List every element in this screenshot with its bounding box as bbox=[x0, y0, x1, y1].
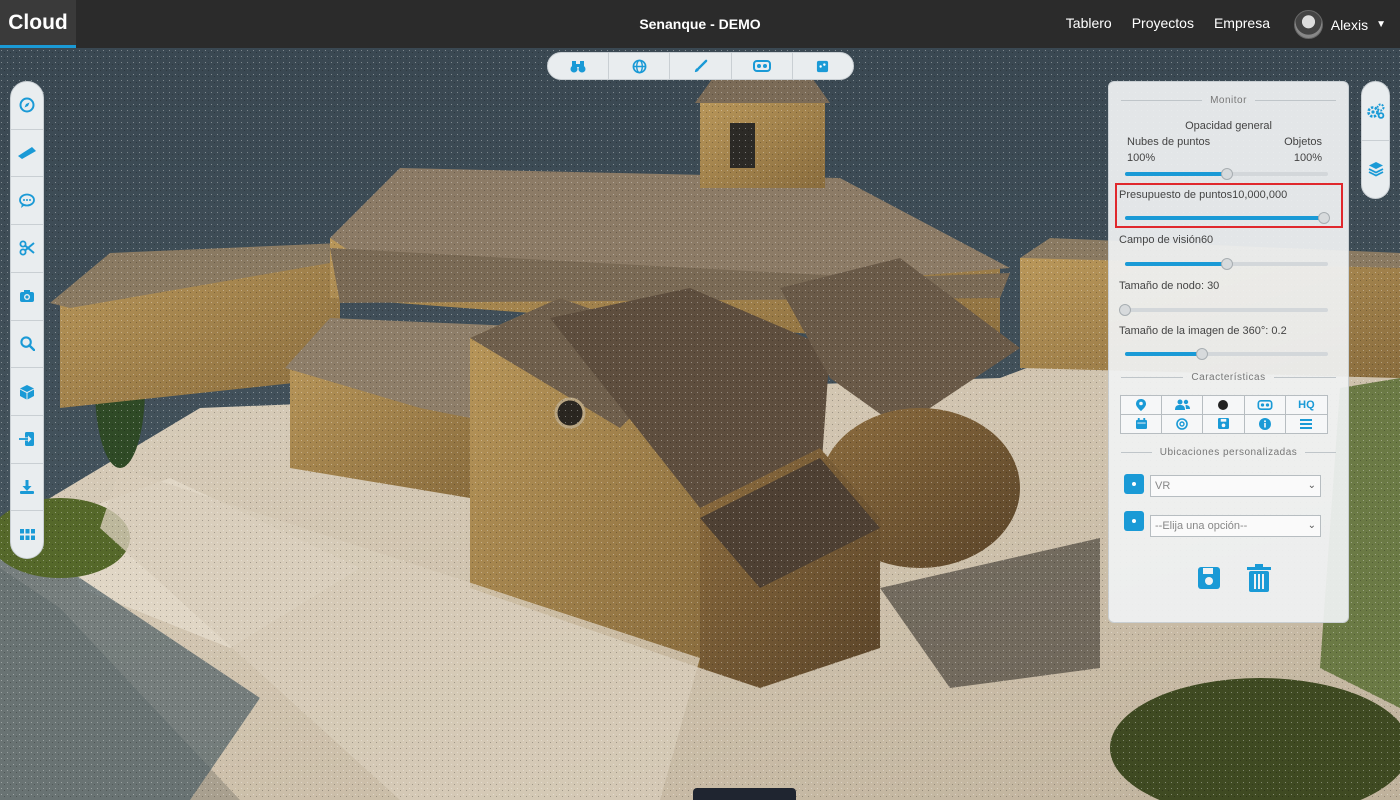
cube-icon[interactable] bbox=[793, 53, 853, 79]
fov-value: 60 bbox=[1200, 234, 1214, 246]
left-toolbar bbox=[10, 81, 44, 559]
box-icon[interactable] bbox=[11, 368, 43, 416]
monitor-panel: Monitor Opacidad general Nubes de puntos… bbox=[1108, 81, 1349, 623]
view-toolbar bbox=[547, 52, 854, 80]
location-select-1-value: VR bbox=[1155, 480, 1171, 492]
binoculars-icon[interactable] bbox=[548, 53, 610, 79]
save-icon[interactable] bbox=[1203, 414, 1245, 433]
vr-icon[interactable] bbox=[1244, 396, 1286, 415]
trash-icon bbox=[1247, 564, 1271, 592]
fov-slider[interactable] bbox=[1125, 258, 1328, 270]
features-title: Características bbox=[1191, 371, 1266, 383]
opacity-right-value: 100% bbox=[1293, 152, 1322, 164]
nav-company[interactable]: Empresa bbox=[1214, 15, 1270, 31]
nav-projects[interactable]: Proyectos bbox=[1132, 15, 1194, 31]
opacity-right-label: Objetos bbox=[1284, 136, 1322, 148]
import-icon[interactable] bbox=[11, 416, 43, 464]
save-icon bbox=[1198, 567, 1220, 589]
compass-icon[interactable] bbox=[11, 82, 43, 130]
comment-icon[interactable] bbox=[11, 177, 43, 226]
point-budget-highlight bbox=[1115, 183, 1343, 228]
dot-icon[interactable] bbox=[1203, 396, 1245, 415]
user-name: Alexis bbox=[1330, 16, 1369, 33]
vr-icon[interactable] bbox=[732, 53, 793, 79]
user-menu[interactable]: Alexis ▼ bbox=[1293, 10, 1386, 39]
bottom-panel-handle[interactable] bbox=[693, 788, 796, 800]
locations-title: Ubicaciones personalizadas bbox=[1159, 446, 1298, 458]
monitor-title: Monitor bbox=[1210, 94, 1247, 106]
image360-label: Tamaño de la imagen de 360°: 0.2 bbox=[1119, 325, 1287, 337]
globe-icon[interactable] bbox=[609, 53, 671, 79]
features-heading: Características bbox=[1121, 371, 1336, 383]
chevron-down-icon: ⌄ bbox=[1307, 520, 1316, 531]
circle-icon[interactable] bbox=[1162, 414, 1204, 433]
main-nav: Tablero Proyectos Empresa bbox=[1066, 15, 1270, 31]
node-size-slider[interactable] bbox=[1119, 304, 1328, 316]
users-icon[interactable] bbox=[1162, 396, 1204, 415]
opacity-slider[interactable] bbox=[1125, 168, 1328, 180]
fov-title: Campo de visión bbox=[1119, 234, 1201, 246]
search-icon[interactable] bbox=[11, 321, 43, 369]
pin-icon[interactable] bbox=[1121, 396, 1163, 415]
layers-icon[interactable] bbox=[1362, 141, 1389, 199]
locations-heading: Ubicaciones personalizadas bbox=[1121, 446, 1336, 458]
hq-button[interactable]: HQ bbox=[1285, 396, 1327, 415]
location-add-button[interactable] bbox=[1124, 511, 1144, 531]
list-icon[interactable] bbox=[1285, 414, 1327, 433]
scissors-icon[interactable] bbox=[11, 225, 43, 273]
fov-label: Campo de visión60 bbox=[1119, 234, 1213, 246]
save-location-button[interactable] bbox=[1197, 566, 1221, 593]
chevron-down-icon: ▼ bbox=[1376, 19, 1386, 30]
grid-icon[interactable] bbox=[11, 511, 43, 558]
location-vr-button[interactable] bbox=[1124, 474, 1144, 494]
brush-icon[interactable] bbox=[670, 53, 732, 79]
node-size-label: Tamaño de nodo: 30 bbox=[1119, 280, 1220, 292]
download-icon[interactable] bbox=[11, 464, 43, 512]
nav-dashboard[interactable]: Tablero bbox=[1066, 15, 1112, 31]
opacity-left-label: Nubes de puntos bbox=[1127, 136, 1211, 148]
opacity-left-value: 100% bbox=[1127, 152, 1156, 164]
opacity-title: Opacidad general bbox=[1185, 120, 1272, 132]
location-select-2[interactable]: --Elija una opción-- ⌄ bbox=[1150, 515, 1321, 537]
features-grid: HQ bbox=[1120, 395, 1328, 434]
info-icon[interactable] bbox=[1244, 414, 1286, 433]
settings-icon[interactable] bbox=[1362, 82, 1389, 141]
image360-slider[interactable] bbox=[1125, 348, 1328, 360]
calendar-icon[interactable] bbox=[1121, 414, 1163, 433]
ruler-icon[interactable] bbox=[11, 130, 43, 178]
avatar bbox=[1293, 10, 1323, 39]
location-select-1[interactable]: VR ⌄ bbox=[1150, 475, 1321, 497]
location-select-2-value: --Elija una opción-- bbox=[1155, 520, 1248, 532]
camera-icon[interactable] bbox=[11, 273, 43, 321]
top-bar: Cloud Senanque - DEMO Tablero Proyectos … bbox=[0, 0, 1400, 48]
delete-location-button[interactable] bbox=[1247, 564, 1271, 595]
right-toolbar bbox=[1361, 81, 1390, 199]
chevron-down-icon: ⌄ bbox=[1307, 480, 1316, 491]
monitor-heading: Monitor bbox=[1121, 94, 1336, 106]
